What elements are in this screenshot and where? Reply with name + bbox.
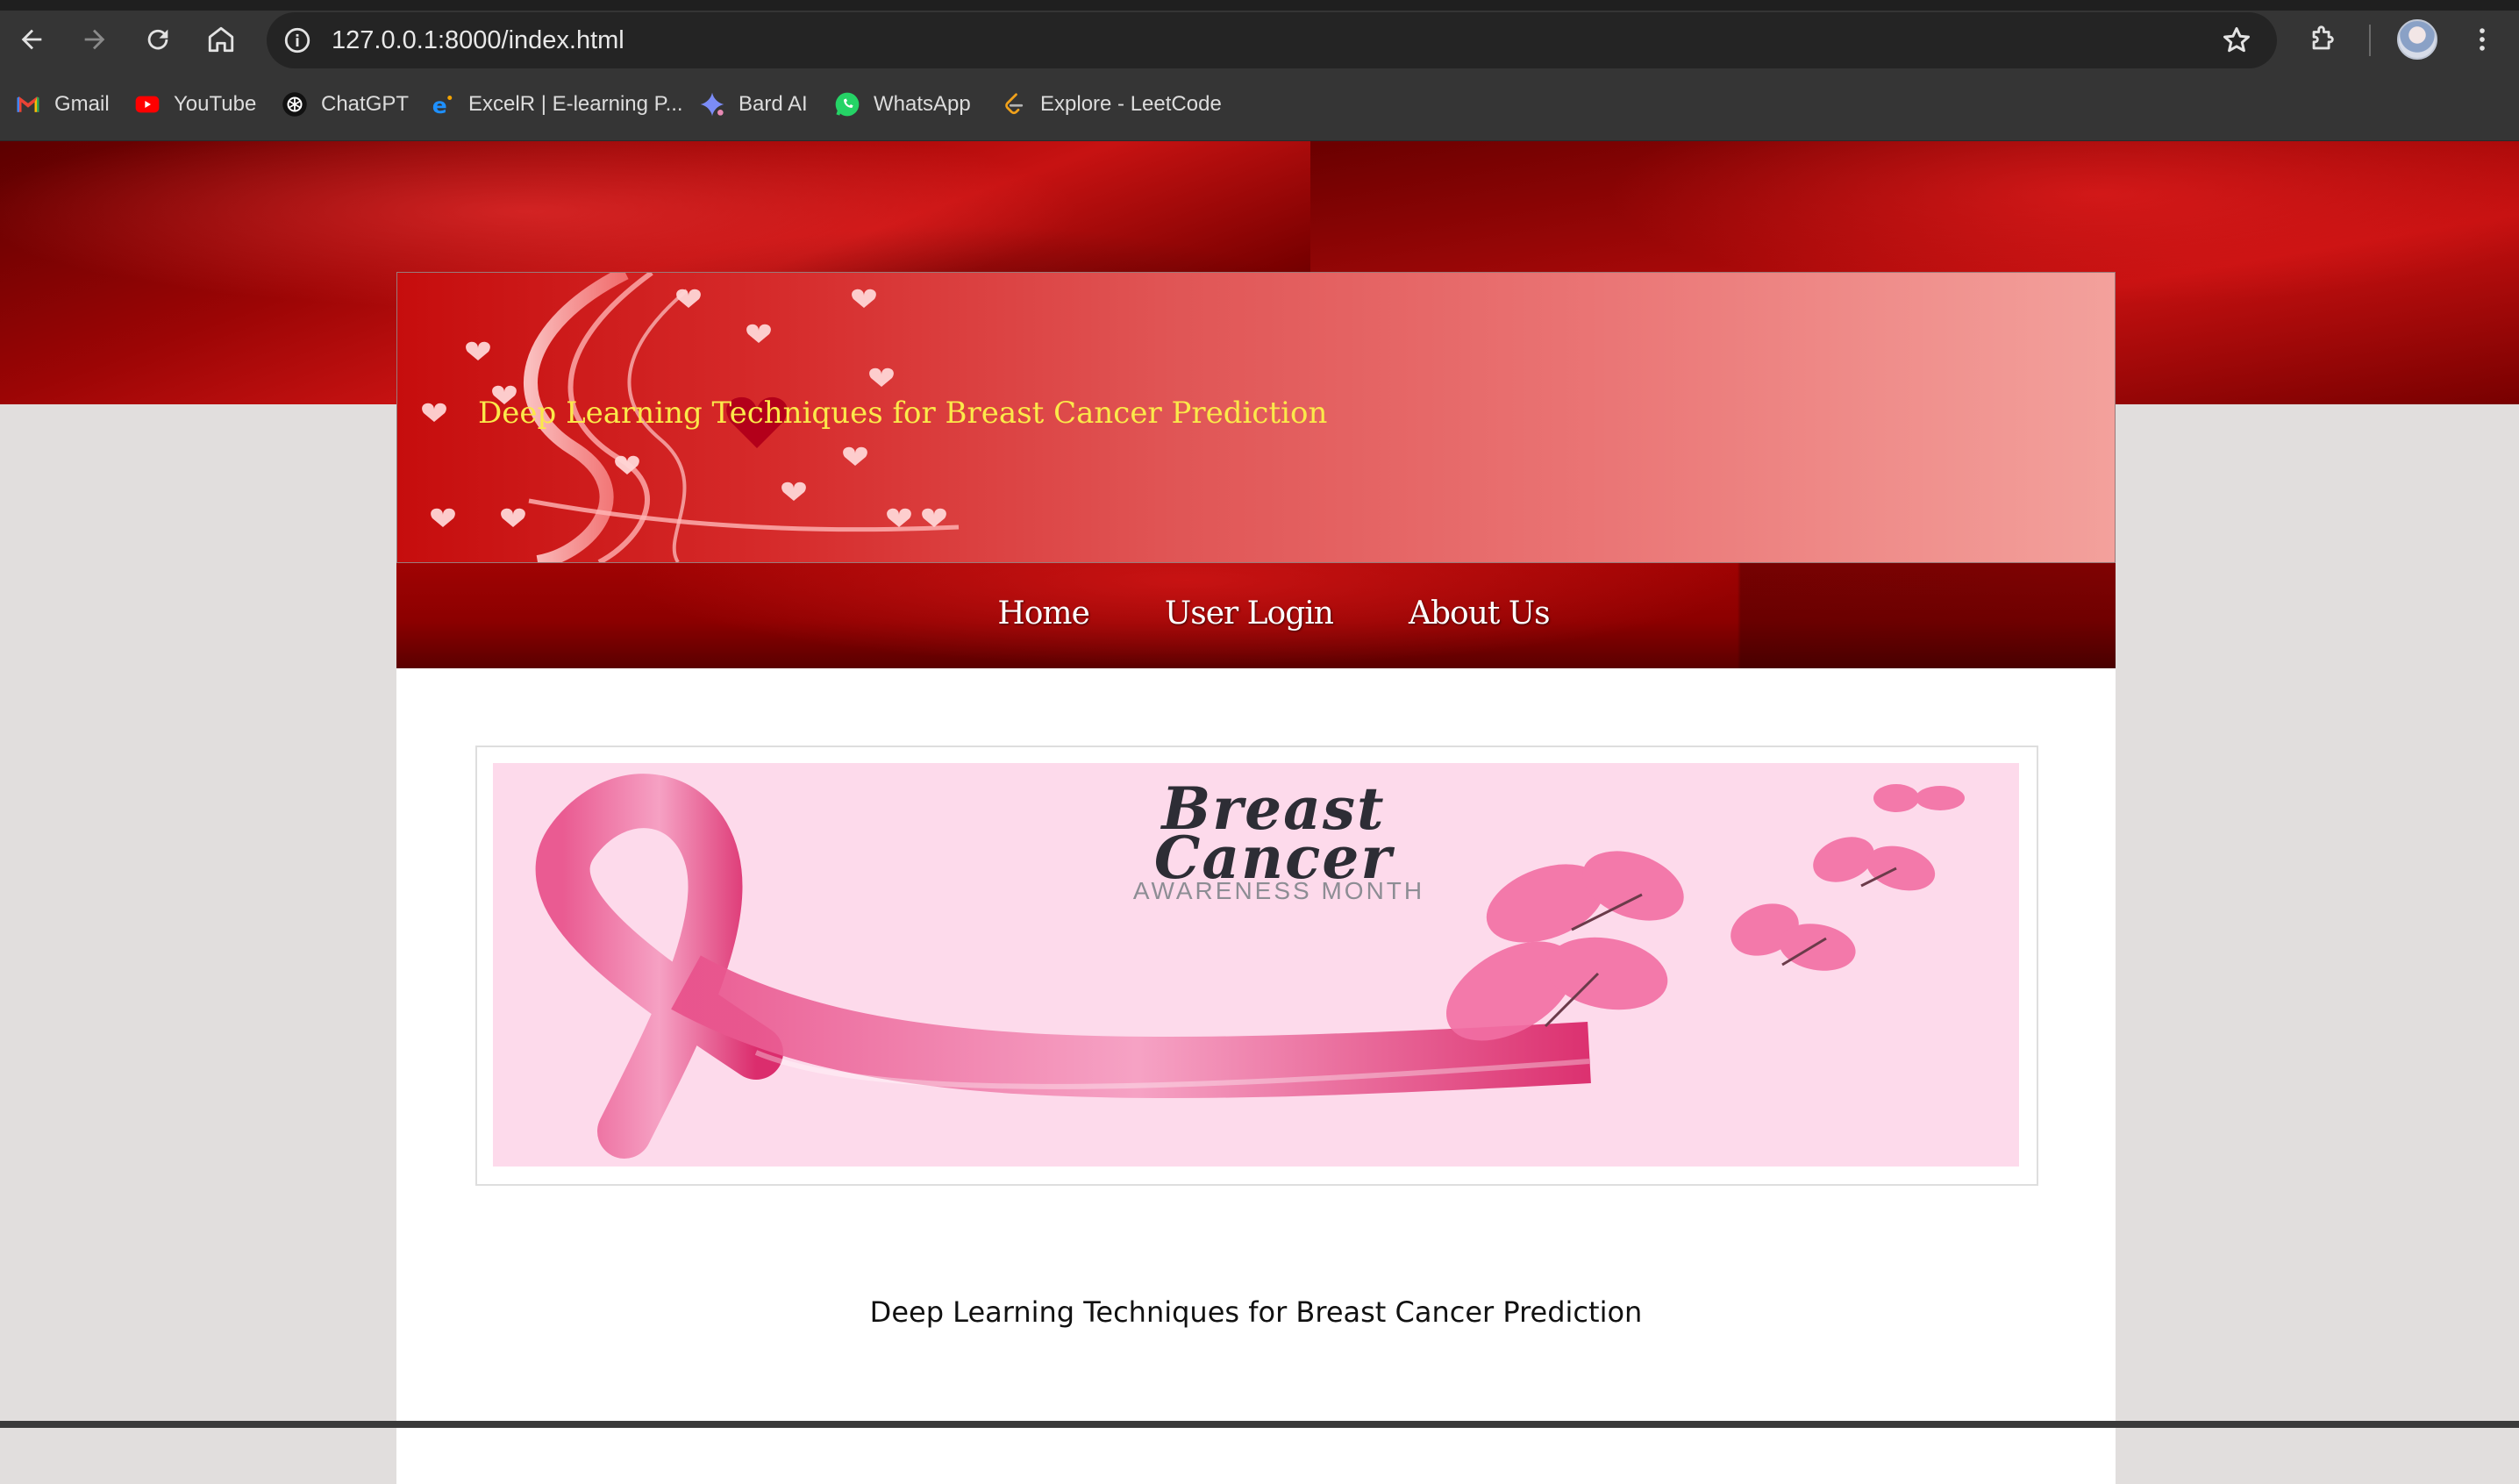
bookmark-bard[interactable]: Bard AI [698,68,808,140]
arrow-right-icon [84,29,105,50]
bookmark-chatgpt[interactable]: ChatGPT [281,68,409,140]
bookmark-whatsapp[interactable]: WhatsApp [833,68,971,140]
site-title: Deep Learning Techniques for Breast Canc… [478,396,1328,431]
main-content: Breast Cancer AWARENESS MONTH Deep Learn… [396,668,2116,1484]
site-info-icon[interactable] [282,25,312,55]
main-nav: Home User Login About Us [396,563,2116,668]
chatgpt-icon [281,90,309,118]
bookmark-label: Bard AI [739,92,808,116]
bookmark-label: Explore - LeetCode [1040,92,1222,116]
arrow-left-icon [21,29,42,50]
site-header: Deep Learning Techniques for Breast Canc… [396,272,2116,563]
leetcode-icon [1000,90,1028,118]
window-bottom-edge [0,1421,2519,1428]
bookmark-youtube[interactable]: YouTube [133,68,256,140]
bookmark-leetcode[interactable]: Explore - LeetCode [1000,68,1222,140]
extensions-button[interactable] [2296,11,2349,68]
bookmark-gmail[interactable]: Gmail [14,68,110,140]
bookmark-label: WhatsApp [874,92,971,116]
bookmark-star-icon[interactable] [2221,25,2252,56]
youtube-icon [133,90,161,118]
site-container: Deep Learning Techniques for Breast Canc… [396,272,2116,1484]
bard-icon [698,90,726,118]
banner-subtitle: AWARENESS MONTH [1132,877,1425,904]
browser-toolbar: 127.0.0.1:8000/index.html [0,11,2519,68]
reload-icon [147,29,168,50]
reload-button[interactable] [132,11,184,68]
url-text[interactable]: 127.0.0.1:8000/index.html [332,12,624,68]
back-button[interactable] [5,11,58,68]
svg-text:e: e [432,93,447,118]
whatsapp-icon [833,90,861,118]
banner-frame: Breast Cancer AWARENESS MONTH [475,746,2038,1186]
puzzle-icon [2312,25,2334,50]
bookmarks-bar: Gmail YouTube ChatGPT e ExcelR | E-learn… [0,68,2519,141]
page-caption: Deep Learning Techniques for Breast Canc… [869,1295,1643,1329]
menu-button[interactable] [2456,11,2508,68]
forward-button[interactable] [68,11,121,68]
home-icon [208,26,234,53]
bookmark-label: YouTube [174,92,257,116]
bookmark-label: ChatGPT [321,92,410,116]
bookmark-label: Gmail [54,92,110,116]
address-bar[interactable]: 127.0.0.1:8000/index.html [267,12,2277,68]
home-button[interactable] [195,11,247,68]
nav-user-login[interactable]: User Login [1165,596,1334,631]
banner-heading-line2: Cancer [1153,824,1394,892]
bookmark-excelr[interactable]: e ExcelR | E-learning P... [428,68,683,140]
awareness-banner-image: Breast Cancer AWARENESS MONTH [493,763,2019,1167]
bookmark-label: ExcelR | E-learning P... [468,92,683,116]
gmail-icon [14,90,42,118]
toolbar-divider [2369,25,2371,56]
profile-button[interactable] [2391,11,2444,68]
nav-home[interactable]: Home [997,596,1090,631]
excelr-icon: e [428,90,456,118]
browser-top-strip [0,0,2519,11]
banner-heading: Breast Cancer [1098,780,1449,892]
avatar [2397,19,2437,60]
kebab-menu-icon [2480,28,2485,51]
web-page: Deep Learning Techniques for Breast Canc… [0,141,2519,1484]
nav-about-us[interactable]: About Us [1409,596,1551,631]
